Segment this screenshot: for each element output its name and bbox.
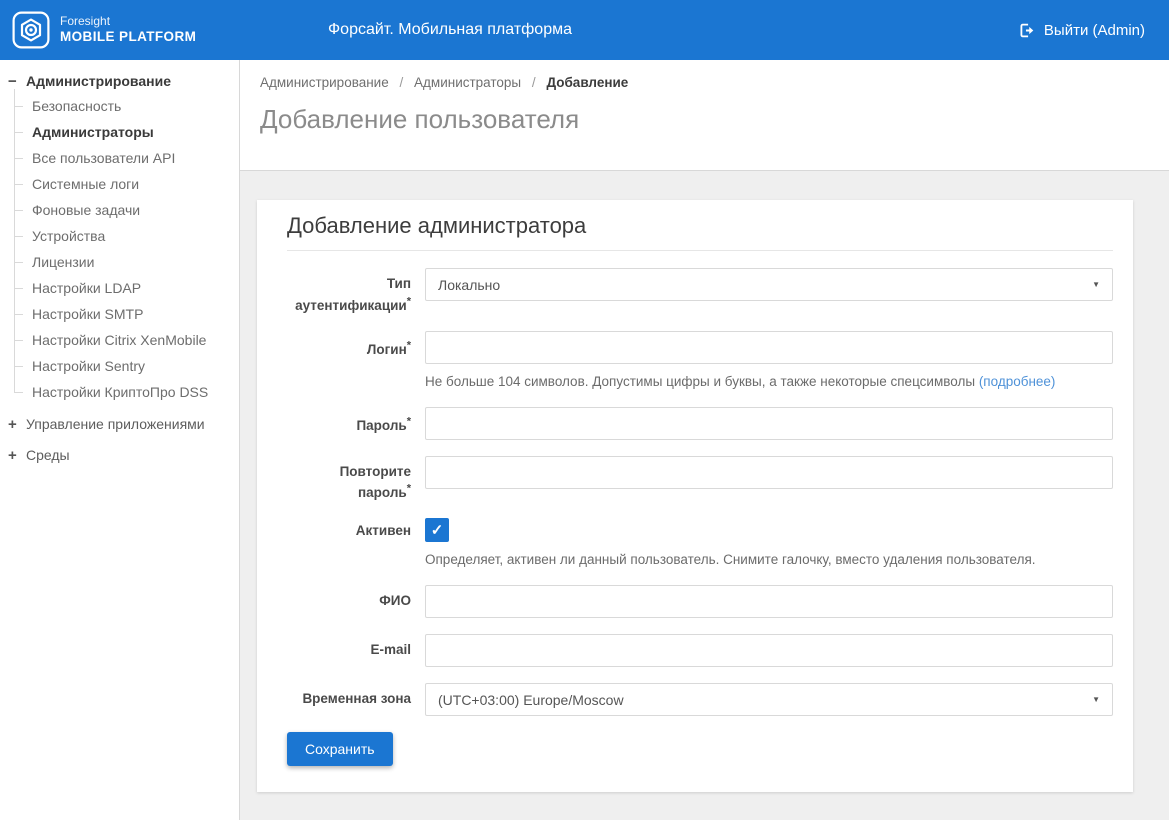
sidebar-item-smtp-settings[interactable]: Настройки SMTP xyxy=(8,301,231,327)
password-repeat-label: Повторите пароль* xyxy=(339,463,411,501)
auth-type-value: Локально xyxy=(438,276,501,293)
email-label: E-mail xyxy=(370,642,411,657)
minus-icon[interactable]: − xyxy=(8,74,26,89)
topbar: Администрирование / Администраторы / Доб… xyxy=(240,60,1169,171)
sidebar-item-background-tasks[interactable]: Фоновые задачи xyxy=(8,197,231,223)
required-marker: * xyxy=(406,415,411,428)
logout-icon xyxy=(1020,23,1034,37)
login-label: Логин* xyxy=(366,339,411,358)
field-row-password-repeat: Повторите пароль* xyxy=(287,455,1113,503)
brand-text: Foresight MOBILE PLATFORM xyxy=(60,14,197,45)
sidebar-item-cryptopro-dss-settings[interactable]: Настройки КриптоПро DSS xyxy=(8,379,231,405)
brand-name: Foresight xyxy=(60,14,111,29)
field-row-login: Логин* Не больше 104 символов. Допустимы… xyxy=(287,330,1113,391)
sidebar-section-label: Среды xyxy=(26,447,70,463)
password-label: Пароль* xyxy=(356,415,411,434)
field-row-password: Пароль* xyxy=(287,406,1113,440)
login-help: Не больше 104 символов. Допустимы цифры … xyxy=(425,373,1056,389)
active-help: Определяет, активен ли данный пользовате… xyxy=(425,552,1036,567)
main-area: Администрирование / Администраторы / Доб… xyxy=(240,60,1169,820)
sidebar-section-environments[interactable]: + Среды xyxy=(8,443,231,467)
active-label: Активен xyxy=(355,523,411,538)
full-name-label: ФИО xyxy=(379,593,411,608)
timezone-value: (UTC+03:00) Europe/Moscow xyxy=(438,691,624,708)
breadcrumb-administrators[interactable]: Администраторы xyxy=(414,75,521,90)
field-row-full-name: ФИО xyxy=(287,585,1113,618)
timezone-select[interactable]: (UTC+03:00) Europe/Moscow ▼ xyxy=(425,683,1113,716)
field-row-active: Активен ✓ Определяет, активен ли данный … xyxy=(287,518,1113,569)
required-marker: * xyxy=(406,482,411,495)
checkmark-icon: ✓ xyxy=(430,522,444,539)
sidebar-item-citrix-xenmobile-settings[interactable]: Настройки Citrix XenMobile xyxy=(8,327,231,353)
plus-icon[interactable]: + xyxy=(8,417,26,432)
brand-logo-icon xyxy=(12,11,50,49)
app-title: Форсайт. Мобильная платформа xyxy=(328,21,572,38)
auth-type-select[interactable]: Локально ▼ xyxy=(425,268,1113,301)
breadcrumb-separator: / xyxy=(399,75,404,90)
sidebar-item-licenses[interactable]: Лицензии xyxy=(8,249,231,275)
required-marker: * xyxy=(406,295,411,307)
email-input[interactable] xyxy=(425,634,1113,667)
chevron-down-icon: ▼ xyxy=(1092,280,1100,289)
timezone-label: Временная зона xyxy=(302,691,411,706)
active-checkbox[interactable]: ✓ xyxy=(425,518,449,542)
page-title: Добавление пользователя xyxy=(260,104,580,134)
content-area: Добавление администратора Тип аутентифик… xyxy=(240,171,1169,820)
required-marker: * xyxy=(406,339,411,352)
app-header: Foresight MOBILE PLATFORM Форсайт. Мобил… xyxy=(0,0,1169,60)
sidebar-item-sentry-settings[interactable]: Настройки Sentry xyxy=(8,353,231,379)
sidebar-item-api-users[interactable]: Все пользователи API xyxy=(8,145,231,171)
sidebar-section-administration[interactable]: − Администрирование xyxy=(8,69,231,93)
logout-label: Выйти (Admin) xyxy=(1043,21,1145,39)
sidebar-item-system-logs[interactable]: Системные логи xyxy=(8,171,231,197)
sidebar: − Администрирование Безопасность Админис… xyxy=(0,60,240,820)
field-row-auth-type: Тип аутентификации* Локально ▼ xyxy=(287,268,1113,315)
password-input[interactable] xyxy=(425,406,1113,440)
form-card: Добавление администратора Тип аутентифик… xyxy=(257,200,1133,792)
card-heading: Добавление администратора xyxy=(287,212,1113,251)
password-repeat-input[interactable] xyxy=(425,455,1113,489)
field-row-email: E-mail xyxy=(287,634,1113,667)
logout-button[interactable]: Выйти (Admin) xyxy=(1018,22,1145,39)
field-row-timezone: Временная зона (UTC+03:00) Europe/Moscow… xyxy=(287,683,1113,716)
add-admin-form: Тип аутентификации* Локально ▼ Логин* Не… xyxy=(287,268,1113,766)
plus-icon[interactable]: + xyxy=(8,448,26,463)
login-input[interactable] xyxy=(425,330,1113,364)
details-link[interactable]: (подробнее) xyxy=(979,374,1056,389)
save-button[interactable]: Сохранить xyxy=(287,732,393,766)
sidebar-item-ldap-settings[interactable]: Настройки LDAP xyxy=(8,275,231,301)
breadcrumb-administration[interactable]: Администрирование xyxy=(260,75,389,90)
sidebar-item-administrators[interactable]: Администраторы xyxy=(8,119,231,145)
brand-product: MOBILE PLATFORM xyxy=(60,29,197,45)
sidebar-section-app-management[interactable]: + Управление приложениями xyxy=(8,412,231,436)
auth-type-label: Тип аутентификации* xyxy=(295,276,411,313)
full-name-input[interactable] xyxy=(425,585,1113,618)
sidebar-admin-children: Безопасность Администраторы Все пользова… xyxy=(8,89,231,405)
sidebar-section-label: Управление приложениями xyxy=(26,416,205,432)
sidebar-item-security[interactable]: Безопасность xyxy=(8,93,231,119)
sidebar-section-label: Администрирование xyxy=(26,73,171,89)
breadcrumb-separator: / xyxy=(531,75,536,90)
sidebar-item-devices[interactable]: Устройства xyxy=(8,223,231,249)
breadcrumb: Администрирование / Администраторы / Доб… xyxy=(260,75,1149,90)
chevron-down-icon: ▼ xyxy=(1092,695,1100,704)
brand: Foresight MOBILE PLATFORM xyxy=(12,11,196,49)
breadcrumb-current: Добавление xyxy=(546,75,629,90)
